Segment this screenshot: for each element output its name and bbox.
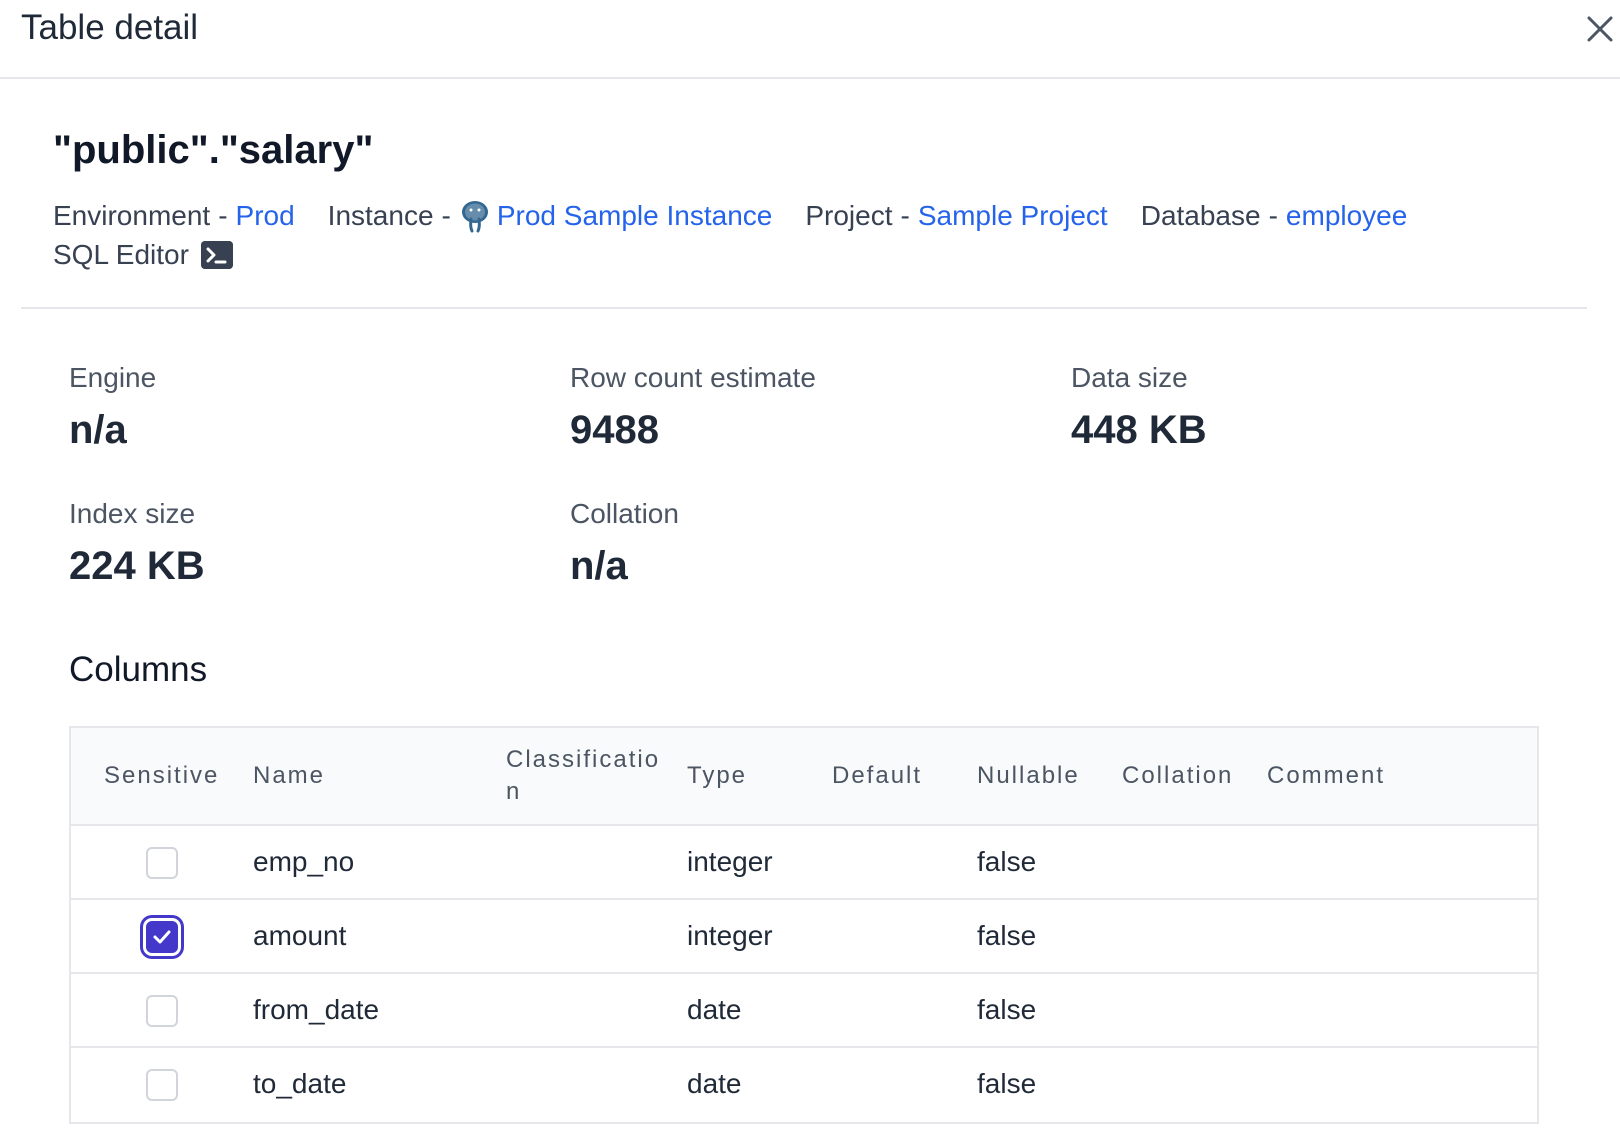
columns-table-header: Sensitive Name Classification Type Defau…	[71, 728, 1537, 826]
meta-environment-label: Environment	[53, 200, 211, 231]
header-type: Type	[687, 762, 748, 789]
meta-environment: Environment - Prod	[53, 200, 295, 232]
cell-name: from_date	[253, 994, 380, 1025]
sensitive-checkbox[interactable]	[146, 847, 178, 879]
close-icon	[1587, 16, 1613, 42]
section-divider	[21, 307, 1587, 309]
stat-engine-value: n/a	[69, 408, 127, 452]
table-row: from_date date false	[71, 974, 1537, 1048]
stat-data-size-label: Data size	[1071, 362, 1188, 393]
header-default: Default	[832, 762, 923, 789]
environment-link[interactable]: Prod	[236, 200, 295, 232]
stat-data-size: Data size 448 KB	[1071, 362, 1207, 453]
table-row: amount integer false	[71, 900, 1537, 974]
stat-collation-value: n/a	[570, 544, 628, 588]
table-row: emp_no integer false	[71, 826, 1537, 900]
stat-engine-label: Engine	[69, 362, 157, 393]
cell-name: emp_no	[253, 846, 355, 877]
meta-project: Project - Sample Project	[805, 200, 1107, 232]
cell-nullable: false	[977, 846, 1037, 877]
cell-name: amount	[253, 920, 347, 951]
cell-nullable: false	[977, 1068, 1037, 1099]
stat-index-size-label: Index size	[69, 498, 196, 529]
stat-collation-label: Collation	[570, 498, 679, 529]
meta-separator: -	[218, 200, 228, 231]
project-link[interactable]: Sample Project	[918, 200, 1108, 232]
columns-table-body: emp_no integer false amount integer false from…	[71, 826, 1537, 1122]
meta-instance-label: Instance	[327, 200, 434, 231]
meta-database-label: Database	[1140, 200, 1261, 231]
meta-separator: -	[441, 200, 451, 231]
header-collation: Collation	[1122, 762, 1234, 789]
stat-row-count-label: Row count estimate	[570, 362, 816, 393]
cell-type: date	[687, 994, 742, 1025]
table-name-title: "public"."salary"	[53, 128, 374, 172]
columns-section-title: Columns	[69, 650, 208, 689]
sensitive-checkbox[interactable]	[146, 1069, 178, 1101]
stat-row-count: Row count estimate 9488	[570, 362, 816, 453]
table-row: to_date date false	[71, 1048, 1537, 1122]
stat-collation: Collation n/a	[570, 498, 679, 589]
header-nullable: Nullable	[977, 762, 1080, 789]
cell-type: integer	[687, 920, 773, 951]
sql-editor-button[interactable]: SQL Editor	[53, 239, 233, 271]
meta-database: Database - employee	[1141, 200, 1408, 232]
cell-nullable: false	[977, 920, 1037, 951]
cell-nullable: false	[977, 994, 1037, 1025]
close-button[interactable]	[1579, 8, 1620, 50]
header-sensitive: Sensitive	[104, 762, 220, 789]
meta-separator: -	[900, 200, 910, 231]
cell-type: date	[687, 1068, 742, 1099]
header-classification: Classification	[506, 746, 661, 805]
drawer-header: Table detail	[0, 0, 1620, 79]
sensitive-checkbox[interactable]	[146, 921, 178, 953]
meta-separator: -	[1268, 200, 1278, 231]
stat-index-size-value: 224 KB	[69, 544, 205, 588]
checkmark-icon	[153, 930, 171, 944]
header-comment: Comment	[1267, 762, 1386, 789]
instance-link[interactable]: Prod Sample Instance	[497, 200, 773, 232]
cell-name: to_date	[253, 1068, 347, 1099]
stat-index-size: Index size 224 KB	[69, 498, 205, 589]
table-meta-row: Environment - Prod Instance - Prod Sampl…	[53, 199, 1440, 233]
postgres-elephant-icon	[461, 201, 488, 233]
sql-editor-label: SQL Editor	[53, 239, 189, 270]
stat-engine: Engine n/a	[69, 362, 156, 453]
database-link[interactable]: employee	[1286, 200, 1407, 232]
meta-project-label: Project	[805, 200, 893, 231]
header-name: Name	[253, 762, 326, 789]
meta-instance: Instance - Prod Sample Instance	[327, 199, 773, 233]
stat-row-count-value: 9488	[570, 408, 659, 452]
cell-type: integer	[687, 846, 773, 877]
stat-data-size-value: 448 KB	[1071, 408, 1207, 452]
columns-table: Sensitive Name Classification Type Defau…	[69, 726, 1539, 1124]
drawer-title: Table detail	[21, 8, 199, 47]
sensitive-checkbox[interactable]	[146, 995, 178, 1027]
terminal-icon	[200, 241, 233, 269]
